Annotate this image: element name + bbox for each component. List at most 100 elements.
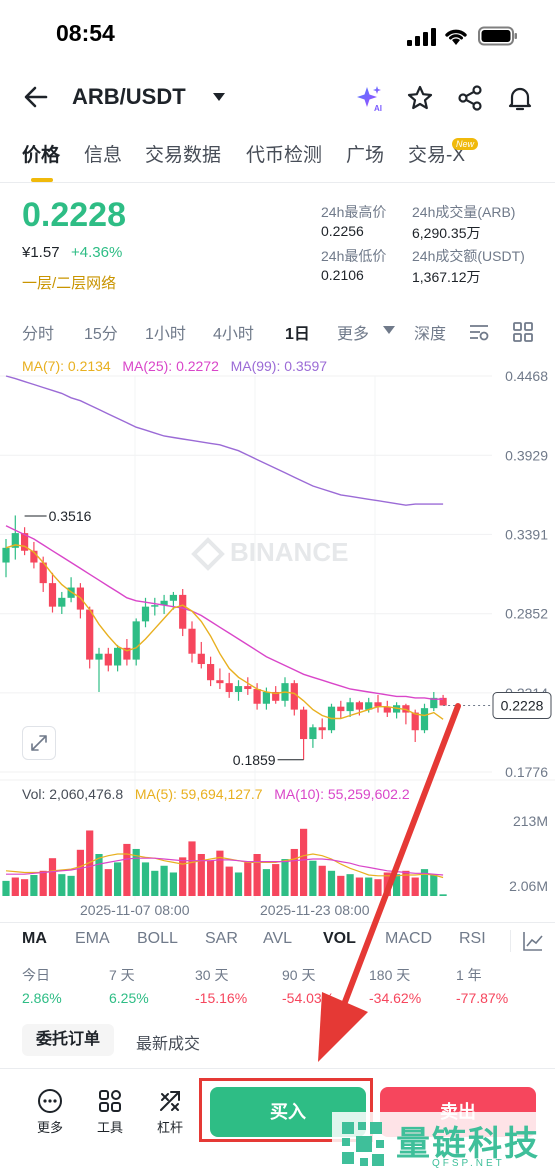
leverage-label: 杠杆	[156, 1120, 183, 1135]
interval-15m[interactable]: 15分	[84, 320, 118, 344]
indicator-avl[interactable]: AVL	[263, 930, 292, 948]
volume-bar	[114, 862, 122, 896]
volume-bar	[141, 862, 150, 896]
candle-body	[207, 664, 215, 681]
volume-bar	[281, 859, 289, 896]
turnover-value: 1,367.12万	[412, 269, 481, 285]
perf-label-30d: 30 天	[195, 967, 229, 983]
volume-label-text: Vol: 2,060,476.8	[22, 786, 124, 802]
volume-tick-max: 213M	[513, 813, 548, 829]
trading-pair-title[interactable]: ARB/USDT	[72, 84, 186, 110]
interval-4h[interactable]: 4小时	[213, 320, 254, 344]
volume-bar	[253, 854, 261, 896]
volume-bar	[151, 870, 159, 896]
indicator-separator	[510, 930, 511, 952]
more-button[interactable]: 更多	[28, 1088, 72, 1136]
candle-body	[132, 621, 140, 660]
interval-more[interactable]: 更多	[337, 320, 369, 344]
perf-value-30d: -15.16%	[195, 990, 248, 1006]
tabs-divider	[0, 182, 555, 183]
network-tag[interactable]: 一层/二层网络	[22, 272, 116, 293]
date-label-1: 2025-11-07 08:00	[80, 902, 190, 918]
candle-body	[58, 597, 66, 607]
y-tick-label: 0.3929	[505, 447, 548, 463]
tab-square[interactable]: 广场	[346, 140, 384, 167]
volume-bar	[11, 877, 19, 896]
volume-bar	[290, 848, 298, 896]
star-favorite-icon[interactable]	[406, 84, 434, 112]
fullscreen-button[interactable]	[22, 726, 56, 760]
candle-body	[225, 683, 233, 692]
last-price: 0.2228	[22, 196, 126, 234]
new-badge: New	[452, 138, 479, 150]
status-time: 08:54	[56, 20, 115, 46]
candle-body	[104, 653, 112, 666]
volume-bar	[95, 854, 103, 896]
high-value: 0.2256	[321, 223, 364, 239]
svg-text:AI: AI	[374, 104, 382, 112]
caret-down-icon[interactable]	[212, 92, 226, 102]
interval-1d[interactable]: 1日	[285, 320, 310, 344]
candle-body	[151, 605, 159, 607]
volume-bar	[207, 860, 215, 896]
binance-watermark: BINANCE	[230, 537, 348, 567]
bell-alert-icon[interactable]	[506, 84, 534, 112]
indicator-ma[interactable]: MA	[22, 930, 47, 948]
candle-body	[253, 689, 261, 704]
price-chart[interactable]: 0.44680.39290.33910.28520.23140.1776BINA…	[0, 356, 555, 902]
leverage-button[interactable]: 杠杆	[148, 1088, 192, 1136]
candle-body	[2, 547, 10, 563]
volume-bar	[76, 849, 84, 896]
back-arrow-icon[interactable]	[22, 82, 50, 112]
annotation-arrow	[318, 703, 461, 1062]
indicator-settings-icon[interactable]	[522, 930, 544, 952]
leverage-icon	[160, 1091, 180, 1111]
interval-depth[interactable]: 深度	[414, 320, 446, 344]
y-tick-label: 0.3391	[505, 526, 548, 542]
volume-bar	[272, 864, 280, 896]
candle-body	[169, 594, 177, 601]
candle-body	[141, 606, 150, 622]
tools-button[interactable]: 工具	[88, 1088, 132, 1136]
candle-body	[290, 683, 298, 710]
fiat-price: ¥1.57	[22, 244, 60, 261]
indicator-boll[interactable]: BOLL	[137, 930, 178, 948]
tab-token-check[interactable]: 代币检测	[246, 140, 322, 167]
volume-bar	[234, 872, 243, 896]
candle-body	[216, 680, 224, 684]
volume-label: 24h成交量(ARB)	[412, 204, 516, 220]
watermark-url: QFSP.NET	[432, 1158, 505, 1169]
tab-recent-trades[interactable]: 最新成交	[136, 1030, 200, 1054]
tab-open-orders[interactable]: 委托订单	[22, 1024, 114, 1056]
candle-body	[234, 686, 243, 692]
volume-value: 6,290.35万	[412, 225, 481, 241]
tab-price[interactable]: 价格	[22, 140, 60, 167]
candle-body	[114, 647, 122, 666]
binance-logo-mark	[191, 537, 225, 571]
cellular-signal-icon	[407, 28, 436, 46]
low-value: 0.2106	[321, 267, 364, 283]
indicator-ema[interactable]: EMA	[75, 930, 110, 948]
y-tick-label: 0.2852	[505, 606, 548, 622]
volume-bar	[104, 869, 112, 896]
y-tick-label: 0.1776	[505, 764, 548, 780]
volume-bar	[225, 866, 233, 896]
price-change: +4.36%	[71, 244, 123, 261]
grid-layout-icon[interactable]	[512, 321, 534, 343]
perf-label-7d: 7 天	[109, 967, 135, 983]
indicator-sar[interactable]: SAR	[205, 930, 238, 948]
volume-bar	[58, 874, 66, 896]
chart-settings-icon[interactable]	[468, 322, 490, 342]
tab-info[interactable]: 信息	[84, 140, 122, 167]
indicator-tabs: MA EMA BOLL SAR AVL VOL MACD RSI	[0, 930, 555, 954]
interval-1h[interactable]: 1小时	[145, 320, 186, 344]
volume-bar	[160, 865, 168, 896]
tab-trading-data[interactable]: 交易数据	[145, 140, 221, 167]
candle-body	[197, 653, 205, 665]
low-label: 24h最低价	[321, 248, 387, 264]
share-icon[interactable]	[456, 84, 484, 112]
interval-timeshare[interactable]: 分时	[22, 320, 54, 344]
more-caret-icon[interactable]	[383, 326, 395, 334]
ai-sparkle-icon[interactable]: AI	[356, 84, 384, 112]
volume-bar	[2, 880, 10, 896]
